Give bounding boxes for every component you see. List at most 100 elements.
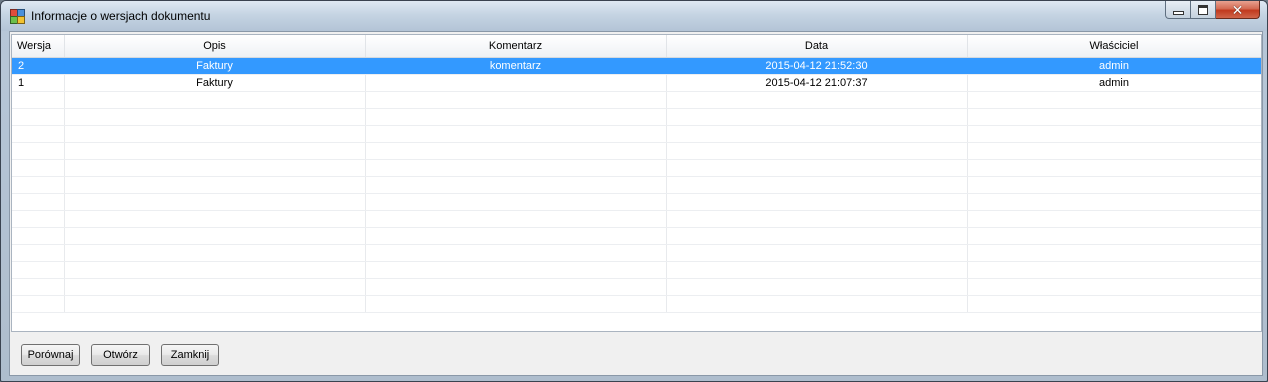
cell-wersja: 1 [12,74,65,92]
empty-cell [12,91,65,109]
empty-row [12,261,1261,279]
close-window-button[interactable]: ✕ [1216,1,1260,19]
empty-cell [12,108,65,126]
cell-komentarz: komentarz [365,57,667,75]
empty-cell [967,278,1261,296]
empty-cell [967,108,1261,126]
empty-cell [64,261,366,279]
window-title: Informacje o wersjach dokumentu [31,9,211,23]
empty-cell [666,142,968,160]
empty-cell [365,295,667,313]
empty-cell [365,261,667,279]
cell-opis: Faktury [64,57,366,75]
empty-cell [12,227,65,245]
open-button[interactable]: Otwórz [91,344,150,366]
minimize-button[interactable] [1165,1,1191,19]
empty-cell [64,210,366,228]
column-header-komentarz[interactable]: Komentarz [365,35,667,58]
cell-data: 2015-04-12 21:07:37 [666,74,968,92]
empty-cell [666,278,968,296]
empty-row [12,227,1261,245]
app-icon [10,9,25,24]
empty-cell [12,193,65,211]
empty-cell [666,244,968,262]
versions-table: Wersja Opis Komentarz Data Właściciel 2 … [12,35,1261,313]
empty-row [12,193,1261,211]
caption-buttons: ✕ [1165,1,1260,21]
empty-cell [967,295,1261,313]
cell-wersja: 2 [12,57,65,75]
table-row[interactable]: 2 Faktury komentarz 2015-04-12 21:52:30 … [12,57,1261,75]
empty-cell [12,125,65,143]
empty-cell [365,176,667,194]
empty-cell [967,210,1261,228]
versions-grid[interactable]: Wersja Opis Komentarz Data Właściciel 2 … [11,34,1262,332]
column-header-data[interactable]: Data [666,35,968,58]
minimize-icon [1172,11,1184,15]
close-icon: ✕ [1231,1,1244,18]
empty-cell [365,227,667,245]
cell-data: 2015-04-12 21:52:30 [666,57,968,75]
empty-cell [365,91,667,109]
column-header-wersja[interactable]: Wersja [12,35,65,58]
column-header-opis[interactable]: Opis [64,35,366,58]
empty-row [12,159,1261,177]
empty-cell [64,142,366,160]
empty-cell [12,278,65,296]
empty-cell [64,193,366,211]
table-row[interactable]: 1 Faktury 2015-04-12 21:07:37 admin [12,74,1261,92]
empty-cell [967,176,1261,194]
cell-wlasciciel: admin [967,74,1261,92]
empty-cell [666,193,968,211]
empty-row [12,176,1261,194]
empty-cell [64,176,366,194]
empty-cell [666,295,968,313]
empty-cell [64,91,366,109]
cell-opis: Faktury [64,74,366,92]
empty-cell [365,193,667,211]
maximize-icon [1198,4,1208,15]
empty-cell [64,278,366,296]
empty-cell [967,159,1261,177]
empty-cell [365,142,667,160]
empty-row [12,108,1261,126]
title-bar[interactable]: Informacje o wersjach dokumentu ✕ [1,1,1267,31]
empty-cell [64,227,366,245]
empty-cell [12,159,65,177]
cell-wlasciciel: admin [967,57,1261,75]
empty-cell [967,91,1261,109]
empty-cell [365,244,667,262]
empty-cell [666,108,968,126]
empty-cell [12,176,65,194]
empty-cell [12,261,65,279]
empty-cell [666,261,968,279]
empty-cell [64,159,366,177]
empty-cell [365,125,667,143]
header-row: Wersja Opis Komentarz Data Właściciel [12,35,1261,58]
empty-cell [12,295,65,313]
button-bar: Porównaj Otwórz Zamknij [10,332,1262,375]
maximize-button[interactable] [1191,1,1216,19]
empty-row [12,295,1261,313]
empty-cell [12,244,65,262]
empty-row [12,244,1261,262]
empty-cell [64,125,366,143]
empty-cell [666,91,968,109]
column-header-wlasciciel[interactable]: Właściciel [967,35,1261,58]
empty-row [12,91,1261,109]
empty-row [12,278,1261,296]
empty-cell [967,142,1261,160]
empty-cell [365,210,667,228]
empty-cell [64,108,366,126]
cell-komentarz [365,74,667,92]
empty-cell [666,227,968,245]
close-button[interactable]: Zamknij [161,344,219,366]
empty-cell [666,159,968,177]
empty-cell [12,142,65,160]
empty-row [12,210,1261,228]
compare-button[interactable]: Porównaj [21,344,80,366]
empty-row [12,142,1261,160]
empty-cell [365,159,667,177]
empty-cell [666,210,968,228]
empty-row [12,125,1261,143]
